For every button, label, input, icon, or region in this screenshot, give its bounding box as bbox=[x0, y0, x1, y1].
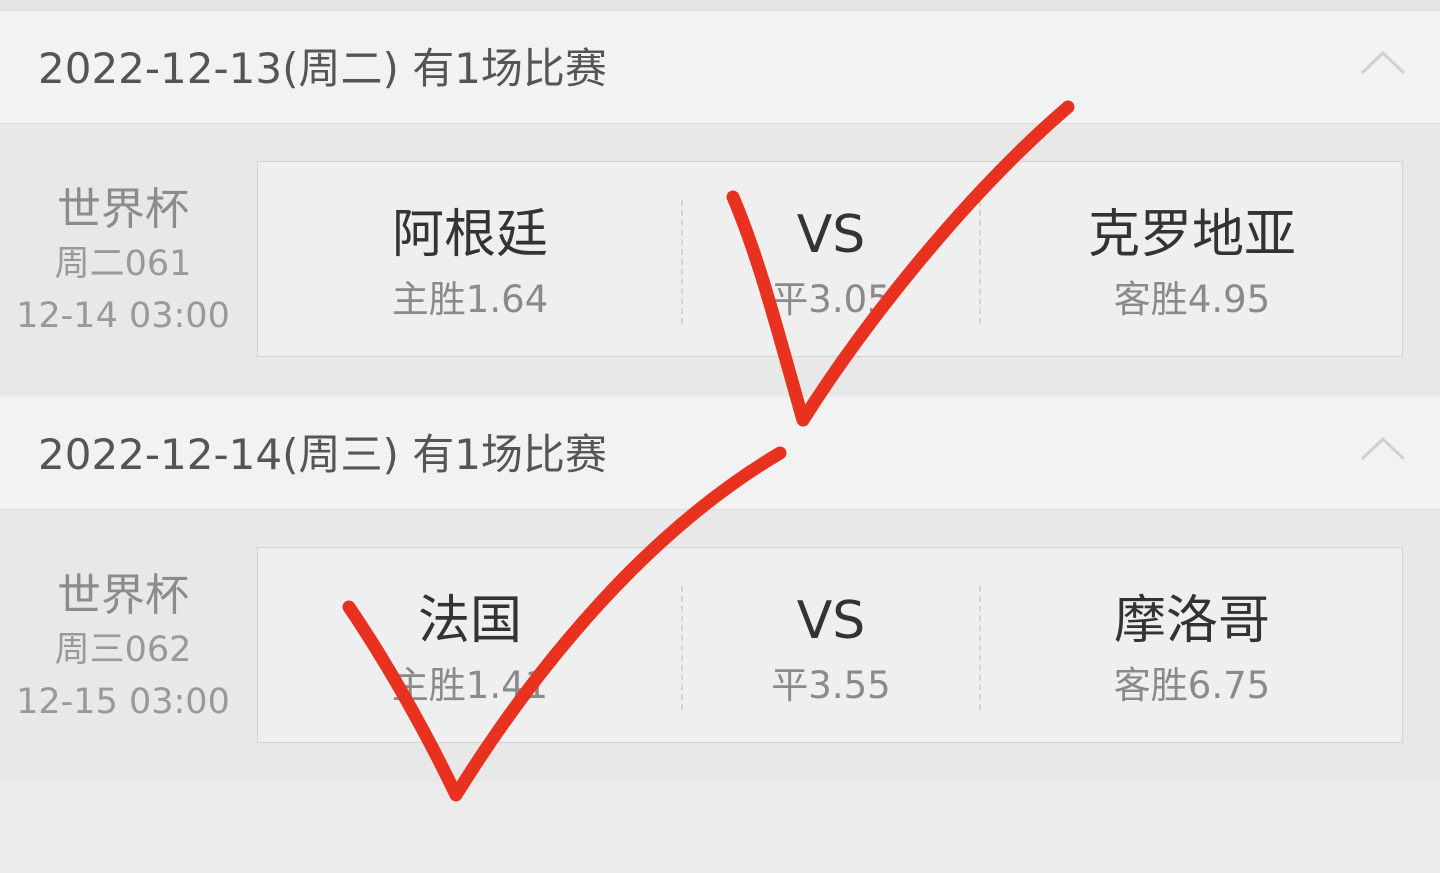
away-win-option[interactable]: 克罗地亚 客胜4.95 bbox=[980, 162, 1404, 358]
odds-card: 阿根廷 主胜1.64 VS 平3.05 克罗地亚 客胜4.95 bbox=[257, 161, 1403, 357]
date-header-1[interactable]: 2022-12-13(周二) 有1场比赛 bbox=[0, 11, 1440, 124]
date-header-2[interactable]: 2022-12-14(周三) 有1场比赛 bbox=[0, 397, 1440, 510]
away-team-name: 克罗地亚 bbox=[1087, 205, 1296, 265]
away-win-option[interactable]: 摩洛哥 客胜6.75 bbox=[980, 548, 1404, 744]
home-win-odds: 主胜1.41 bbox=[391, 664, 549, 707]
home-win-option[interactable]: 法国 主胜1.41 bbox=[258, 548, 682, 744]
away-win-odds: 客胜4.95 bbox=[1113, 278, 1271, 321]
home-win-odds: 主胜1.64 bbox=[391, 278, 549, 321]
home-win-option[interactable]: 阿根廷 主胜1.64 bbox=[258, 162, 682, 358]
league-info: 世界杯 周三062 12-15 03:00 bbox=[0, 568, 246, 728]
date-header-text: 2022-12-13(周二) 有1场比赛 bbox=[38, 44, 607, 93]
date-header-text: 2022-12-14(周三) 有1场比赛 bbox=[38, 430, 607, 479]
draw-option[interactable]: VS 平3.55 bbox=[682, 548, 980, 744]
match-row-1: 世界杯 周二061 12-14 03:00 阿根廷 主胜1.64 VS 平3.0… bbox=[0, 124, 1440, 396]
home-team-name: 阿根廷 bbox=[391, 205, 548, 265]
odds-card: 法国 主胜1.41 VS 平3.55 摩洛哥 客胜6.75 bbox=[257, 547, 1403, 743]
league-info: 世界杯 周二061 12-14 03:00 bbox=[0, 182, 246, 342]
home-team-name: 法国 bbox=[417, 591, 522, 651]
match-code: 周三062 bbox=[54, 630, 192, 670]
vs-label: VS bbox=[796, 591, 866, 651]
draw-odds: 平3.55 bbox=[771, 664, 891, 707]
away-team-name: 摩洛哥 bbox=[1113, 591, 1270, 651]
chevron-up-icon[interactable] bbox=[1360, 47, 1406, 77]
kickoff-time: 12-15 03:00 bbox=[16, 682, 230, 722]
league-name: 世界杯 bbox=[57, 570, 189, 621]
kickoff-time: 12-14 03:00 bbox=[16, 296, 230, 336]
draw-odds: 平3.05 bbox=[771, 278, 891, 321]
match-code: 周二061 bbox=[54, 244, 192, 284]
top-strip bbox=[0, 0, 1440, 11]
chevron-up-icon[interactable] bbox=[1360, 433, 1406, 463]
draw-option[interactable]: VS 平3.05 bbox=[682, 162, 980, 358]
vs-label: VS bbox=[796, 205, 866, 265]
away-win-odds: 客胜6.75 bbox=[1113, 664, 1271, 707]
league-name: 世界杯 bbox=[57, 184, 189, 235]
match-row-2: 世界杯 周三062 12-15 03:00 法国 主胜1.41 VS 平3.55… bbox=[0, 510, 1440, 782]
